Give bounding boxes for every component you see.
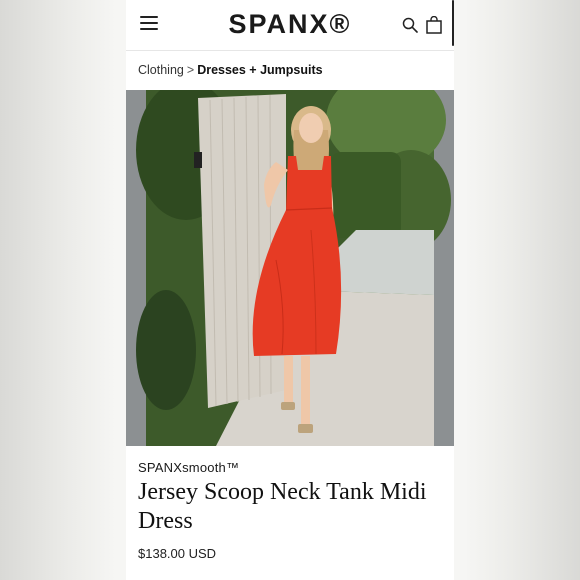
site-header: SPANX®	[126, 0, 454, 50]
product-info: SPANXsmooth™ Jersey Scoop Neck Tank Midi…	[138, 460, 448, 561]
breadcrumb: Clothing > Dresses + Jumpsuits	[138, 63, 323, 77]
breadcrumb-current[interactable]: Dresses + Jumpsuits	[197, 63, 322, 77]
scroll-indicator[interactable]	[452, 0, 454, 46]
phone-screen: SPANX® Clothing > Dresses + Jumpsuits SP…	[126, 0, 454, 580]
shopping-bag-icon[interactable]	[426, 15, 442, 34]
breadcrumb-separator: >	[186, 63, 195, 77]
product-title: Jersey Scoop Neck Tank Midi Dress	[138, 479, 427, 534]
product-price: $138.00 USD	[138, 546, 217, 561]
breadcrumb-link-clothing[interactable]: Clothing	[138, 63, 184, 77]
product-image[interactable]	[126, 90, 454, 446]
header-divider	[126, 50, 454, 51]
product-photo-illustration	[126, 90, 454, 446]
search-icon[interactable]	[402, 17, 418, 33]
product-collection[interactable]: SPANXsmooth™	[138, 460, 448, 475]
